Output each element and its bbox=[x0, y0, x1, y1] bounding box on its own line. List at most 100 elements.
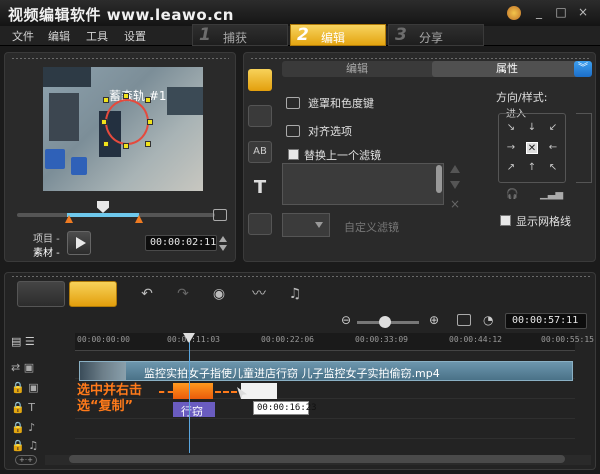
annotation-arrow bbox=[215, 391, 237, 393]
arrow-sw-icon[interactable]: ↗ bbox=[505, 162, 517, 174]
resize-handle[interactable] bbox=[103, 141, 109, 147]
title-icon[interactable]: T bbox=[248, 177, 272, 199]
custom-filter-button[interactable]: 自定义滤镜 bbox=[344, 219, 399, 235]
voice-track[interactable] bbox=[75, 419, 575, 439]
expand-icon[interactable]: ︾ bbox=[574, 61, 592, 77]
copy-icon[interactable] bbox=[213, 209, 227, 221]
tab-edit[interactable]: 编辑 bbox=[282, 61, 432, 77]
redo-icon[interactable]: ↷ bbox=[173, 285, 193, 303]
move-up-icon[interactable] bbox=[450, 165, 460, 173]
timeline-view-button[interactable] bbox=[69, 281, 117, 307]
play-button[interactable] bbox=[67, 231, 91, 255]
chevron-down-icon bbox=[315, 222, 323, 228]
overlay-track-header[interactable]: 🔒 ▣ bbox=[11, 381, 75, 399]
step-label: 编辑 bbox=[321, 31, 346, 45]
filter-icon[interactable]: AB bbox=[248, 141, 272, 163]
panel-grip[interactable] bbox=[11, 57, 229, 60]
time-tooltip: 00:00:16:23 bbox=[253, 401, 317, 415]
fit-project-icon[interactable] bbox=[457, 314, 471, 326]
arrow-se-icon[interactable]: ↖ bbox=[547, 162, 559, 174]
video-track-header[interactable]: ⇄ ▣ bbox=[11, 361, 75, 379]
trim-selection bbox=[67, 213, 139, 217]
minimize-icon[interactable]: _ bbox=[530, 4, 548, 20]
tab-attributes[interactable]: 属性 bbox=[432, 61, 582, 77]
step-share-tab[interactable]: 3 分享 bbox=[388, 24, 484, 46]
track-manager-icon[interactable]: ▤ ☰ bbox=[11, 335, 75, 353]
arrow-w-icon[interactable]: → bbox=[505, 142, 517, 154]
arrow-n-icon[interactable]: ↓ bbox=[526, 122, 538, 134]
step-capture-tab[interactable]: 1 捕获 bbox=[192, 24, 288, 46]
title-track[interactable] bbox=[75, 399, 575, 419]
clip-mode-label[interactable]: 素材 - bbox=[33, 244, 60, 259]
video-clip[interactable]: 监控实拍女子指使儿童进店行窃 儿子监控女子实拍偷窃.mp4 bbox=[79, 361, 573, 381]
title-track-header[interactable]: 🔒 T bbox=[11, 401, 75, 419]
mask-chroma-button[interactable]: 遮罩和色度键 bbox=[308, 95, 374, 111]
direction-grid: ↘ ↓ ↙ → ✕ ← ↗ ↑ ↖ bbox=[498, 113, 566, 183]
close-icon[interactable]: × bbox=[574, 4, 592, 20]
zoom-slider-thumb[interactable] bbox=[379, 316, 391, 328]
transition-icon[interactable] bbox=[248, 105, 272, 127]
resize-handle[interactable] bbox=[145, 97, 151, 103]
props-tab-bar: 编辑 属性 bbox=[282, 61, 582, 77]
overlay-clip-selected[interactable] bbox=[173, 383, 213, 399]
project-mode-label[interactable]: 项目 - bbox=[33, 230, 60, 245]
storyboard-view-button[interactable] bbox=[17, 281, 65, 307]
overlay-clip-copy[interactable] bbox=[241, 383, 277, 399]
resize-handle[interactable] bbox=[103, 97, 109, 103]
speed-fast-icon[interactable]: ▁▃▅ bbox=[540, 189, 563, 200]
auto-music-icon[interactable]: ♫ bbox=[285, 285, 305, 303]
no-direction-icon[interactable]: ✕ bbox=[526, 142, 538, 154]
timeline-ruler[interactable]: 00:00:00:00 00:00:11:03 00:00:22:06 00:0… bbox=[75, 333, 594, 351]
resize-handle[interactable] bbox=[147, 119, 153, 125]
timecode-down-icon[interactable] bbox=[219, 245, 227, 251]
arrow-e-icon[interactable]: ← bbox=[547, 142, 559, 154]
resize-handle[interactable] bbox=[101, 119, 107, 125]
timecode-display[interactable]: 00:00:02:11 bbox=[145, 235, 217, 251]
move-down-icon[interactable] bbox=[450, 181, 460, 189]
undo-icon[interactable]: ↶ bbox=[137, 285, 157, 303]
timeline-panel: ↶ ↷ ◉ 〰 ♫ ⊖ ⊕ ◔ 00:00:57:11 ▤ ☰ ⇄ ▣ 🔒 ▣ … bbox=[4, 272, 596, 470]
app-menu-icon[interactable] bbox=[507, 6, 521, 20]
show-grid-checkbox[interactable] bbox=[500, 215, 511, 226]
align-options-button[interactable]: 对齐选项 bbox=[308, 123, 352, 139]
maximize-icon[interactable]: □ bbox=[552, 4, 570, 20]
menu-tools[interactable]: 工具 bbox=[86, 28, 108, 44]
media-library-icon[interactable] bbox=[248, 69, 272, 91]
arrow-s-icon[interactable]: ↑ bbox=[526, 162, 538, 174]
ruler-tick: 00:00:22:06 bbox=[261, 335, 314, 344]
arrow-ne-icon[interactable]: ↙ bbox=[547, 122, 559, 134]
step-edit-tab[interactable]: 2 编辑 bbox=[290, 24, 386, 46]
filter-preset-dropdown[interactable] bbox=[282, 213, 330, 237]
filter-list-scrollbar[interactable] bbox=[436, 165, 442, 193]
music-track[interactable] bbox=[75, 437, 575, 457]
resize-handle[interactable] bbox=[123, 93, 129, 99]
resize-handle[interactable] bbox=[145, 141, 151, 147]
resize-handle[interactable] bbox=[123, 143, 129, 149]
delete-filter-icon[interactable]: × bbox=[450, 197, 460, 211]
arrow-nw-icon[interactable]: ↘ bbox=[505, 122, 517, 134]
audio-mixer-icon[interactable]: 〰 bbox=[249, 285, 269, 303]
panel-grip[interactable] bbox=[11, 275, 591, 278]
zoom-fit-button[interactable]: +·+ bbox=[15, 455, 37, 465]
replace-filter-checkbox[interactable] bbox=[288, 149, 299, 160]
speed-slow-icon[interactable]: 🎧 bbox=[506, 189, 518, 200]
zoom-out-icon[interactable]: ⊖ bbox=[341, 313, 351, 327]
record-icon[interactable]: ◉ bbox=[209, 285, 229, 303]
menu-edit[interactable]: 编辑 bbox=[48, 28, 70, 44]
overlay-ellipse[interactable] bbox=[105, 99, 149, 145]
zoom-in-icon[interactable]: ⊕ bbox=[429, 313, 439, 327]
menu-file[interactable]: 文件 bbox=[12, 28, 34, 44]
filter-list[interactable] bbox=[282, 163, 444, 205]
timeline-scrollbar-thumb[interactable] bbox=[69, 455, 565, 463]
overlay-track[interactable] bbox=[75, 379, 575, 399]
step-number: 1 bbox=[199, 25, 211, 45]
graphics-icon[interactable] bbox=[248, 213, 272, 235]
menu-settings[interactable]: 设置 bbox=[124, 28, 146, 44]
playhead[interactable] bbox=[189, 333, 190, 453]
timecode-up-icon[interactable] bbox=[219, 236, 227, 242]
scrub-thumb[interactable] bbox=[97, 201, 109, 213]
voice-track-header[interactable]: 🔒 ♪ bbox=[11, 421, 75, 439]
exit-direction-grid[interactable] bbox=[576, 113, 592, 183]
panel-grip[interactable] bbox=[250, 57, 590, 60]
title-clip-text: 行窃 bbox=[181, 405, 203, 418]
